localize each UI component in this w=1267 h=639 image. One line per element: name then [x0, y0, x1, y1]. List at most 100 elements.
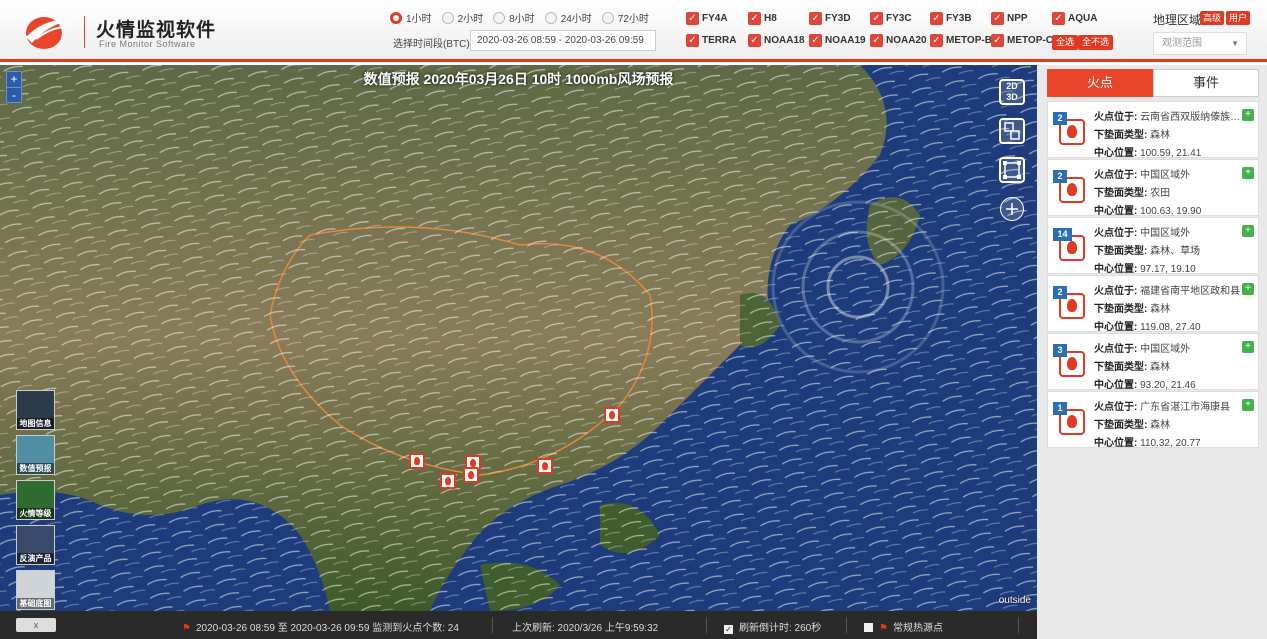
status-divider: [706, 617, 707, 633]
fire-surface: 森林: [1150, 420, 1171, 431]
radio-dot-icon: [601, 11, 614, 24]
add-icon[interactable]: +: [1242, 283, 1254, 295]
add-icon[interactable]: +: [1242, 399, 1254, 411]
fire-list-item[interactable]: 2 火点位于: 福建省南平地区政和县 下垫面类型: 森林 中心位置: 119.0…: [1047, 275, 1259, 333]
checkbox-checked-icon: ✓: [724, 625, 733, 634]
fire-list-item[interactable]: 1 火点位于: 广东省湛江市海康县 下垫面类型: 森林 中心位置: 110.32…: [1047, 391, 1259, 449]
fire-list-panel: 火点 事件 2 火点位于: 云南省西双版纳傣族自... 下垫面类型: 森林 中心…: [1037, 65, 1267, 639]
sat-noaa18[interactable]: ✓ NOAA18: [748, 34, 805, 47]
fire-marker[interactable]: [409, 453, 425, 469]
add-icon[interactable]: +: [1242, 341, 1254, 353]
period-input[interactable]: [470, 30, 656, 51]
fire-marker[interactable]: [463, 467, 479, 483]
fire-count-badge: 14: [1053, 228, 1072, 241]
zoom-out-button[interactable]: -: [7, 87, 21, 102]
add-icon[interactable]: +: [1242, 109, 1254, 121]
checkbox-checked-icon: ✓: [1052, 12, 1065, 25]
add-icon[interactable]: +: [1242, 167, 1254, 179]
zoom-plus-circle-icon[interactable]: [1000, 197, 1024, 221]
radio-1h[interactable]: 1小时: [390, 10, 432, 25]
sat-metop-b[interactable]: ✓ METOP-B: [930, 34, 992, 47]
select-none-button[interactable]: 全不选: [1078, 35, 1114, 50]
zoom-control: + -: [6, 71, 22, 103]
sat-npp[interactable]: ✓ NPP: [991, 12, 1028, 25]
hotspot-toggle[interactable]: ⚑ 常规热源点: [864, 619, 943, 634]
select-all-button[interactable]: 全选: [1052, 35, 1079, 50]
sat-noaa19[interactable]: ✓ NOAA19: [809, 34, 866, 47]
sat-fy3d[interactable]: ✓ FY3D: [809, 12, 851, 25]
layer-map-info[interactable]: 地图信息: [16, 390, 55, 430]
fire-location: 广东省湛江市海康县: [1140, 402, 1231, 413]
layer-fire-level[interactable]: 火情等级: [16, 480, 55, 520]
checkbox-checked-icon: ✓: [870, 12, 883, 25]
radio-dot-icon: [544, 11, 557, 24]
app-header: 火情监视软件 Fire Monitor Software 1小时 2小时 8小时…: [0, 0, 1267, 62]
layer-switch-icon[interactable]: [999, 118, 1025, 144]
fire-list-item[interactable]: 2 火点位于: 云南省西双版纳傣族自... 下垫面类型: 森林 中心位置: 10…: [1047, 101, 1259, 159]
radio-72h[interactable]: 72小时: [601, 10, 649, 25]
app-title: 火情监视软件: [96, 20, 217, 41]
checkbox-checked-icon: ✓: [870, 34, 883, 47]
geo-region-label: 地理区域: [1153, 13, 1202, 27]
tab-fire[interactable]: 火点: [1047, 69, 1153, 97]
fire-location: 福建省南平地区政和县: [1140, 286, 1241, 297]
fire-marker[interactable]: [440, 473, 456, 489]
fullscreen-icon[interactable]: [999, 157, 1025, 183]
checkbox-checked-icon: ✓: [930, 12, 943, 25]
fire-location: 云南省西双版纳傣族自...: [1140, 112, 1246, 123]
observation-range-select[interactable]: 观测范围 ▼: [1153, 32, 1247, 55]
radio-24h[interactable]: 24小时: [544, 10, 592, 25]
radio-dot-icon: [493, 11, 506, 24]
sat-noaa20[interactable]: ✓ NOAA20: [870, 34, 927, 47]
layer-base-map[interactable]: 基础底图: [16, 570, 55, 610]
layer-inversion-product[interactable]: 反演产品: [16, 525, 55, 565]
sat-metop-c[interactable]: ✓ METOP-C: [991, 34, 1053, 47]
add-icon[interactable]: +: [1242, 225, 1254, 237]
sat-h8[interactable]: ✓ H8: [748, 12, 777, 25]
fire-count-badge: 3: [1053, 344, 1067, 357]
fire-small-icon: ⚑: [182, 623, 191, 634]
sat-fy3b[interactable]: ✓ FY3B: [930, 12, 972, 25]
radio-dot-icon: [390, 11, 402, 24]
geo-advanced-button[interactable]: 高级: [1200, 11, 1225, 25]
fire-location: 中国区域外: [1140, 228, 1191, 239]
fire-center: 100.63, 19.90: [1140, 206, 1202, 217]
status-bar: x ⚑ 2020-03-26 08:59 至 2020-03-26 09:59 监…: [0, 611, 1037, 639]
map-view[interactable]: 数值预报 2020年03月26日 10时 1000mb风场预报 + - 2D 3…: [0, 65, 1037, 611]
checkbox-checked-icon: ✓: [748, 34, 761, 47]
sat-terra[interactable]: ✓ TERRA: [686, 34, 736, 47]
fire-list: 2 火点位于: 云南省西双版纳傣族自... 下垫面类型: 森林 中心位置: 10…: [1047, 101, 1259, 449]
zoom-in-button[interactable]: +: [7, 72, 21, 87]
fire-list-item[interactable]: 3 火点位于: 中国区域外 下垫面类型: 森林 中心位置: 93.20, 21.…: [1047, 333, 1259, 391]
fire-list-item[interactable]: 2 火点位于: 中国区域外 下垫面类型: 农田 中心位置: 100.63, 19…: [1047, 159, 1259, 217]
close-button[interactable]: x: [16, 618, 56, 632]
checkbox-checked-icon: ✓: [686, 12, 699, 25]
refresh-countdown[interactable]: ✓ 刷新倒计时: 260秒: [724, 619, 821, 634]
layer-numeric-forecast[interactable]: 数值预报: [16, 435, 55, 475]
fire-center: 93.20, 21.46: [1140, 380, 1196, 391]
radio-2h[interactable]: 2小时: [441, 10, 483, 25]
last-refresh: 上次刷新: 2020/3/26 上午9:59:32: [512, 623, 659, 634]
fire-surface: 森林: [1150, 362, 1171, 373]
toggle-2d-3d-button[interactable]: 2D 3D: [999, 79, 1025, 105]
fire-surface: 森林: [1150, 304, 1171, 315]
sat-aqua[interactable]: ✓ AQUA: [1052, 12, 1097, 25]
fire-center: 119.08, 27.40: [1140, 322, 1201, 333]
monitor-summary: ⚑ 2020-03-26 08:59 至 2020-03-26 09:59 监测到…: [182, 623, 459, 634]
geo-user-button[interactable]: 用户: [1226, 11, 1251, 25]
sat-fy4a[interactable]: ✓ FY4A: [686, 12, 728, 25]
fire-marker[interactable]: [604, 407, 620, 423]
fire-marker[interactable]: [537, 458, 553, 474]
tab-event[interactable]: 事件: [1153, 69, 1259, 97]
sat-fy3c[interactable]: ✓ FY3C: [870, 12, 912, 25]
period-label: 选择时间段(BTC): [393, 39, 470, 50]
fire-center: 97.17, 19.10: [1140, 264, 1196, 275]
checkbox-checked-icon: ✓: [991, 12, 1004, 25]
status-divider: [846, 617, 847, 633]
status-divider: [492, 617, 493, 633]
range-placeholder: 观测范围: [1162, 38, 1202, 49]
fire-list-item[interactable]: 14 火点位于: 中国区域外 下垫面类型: 森林、草场 中心位置: 97.17,…: [1047, 217, 1259, 275]
radio-8h[interactable]: 8小时: [493, 10, 535, 25]
fire-surface: 森林、草场: [1150, 246, 1201, 257]
fire-center: 110.32, 20.77: [1140, 438, 1201, 449]
